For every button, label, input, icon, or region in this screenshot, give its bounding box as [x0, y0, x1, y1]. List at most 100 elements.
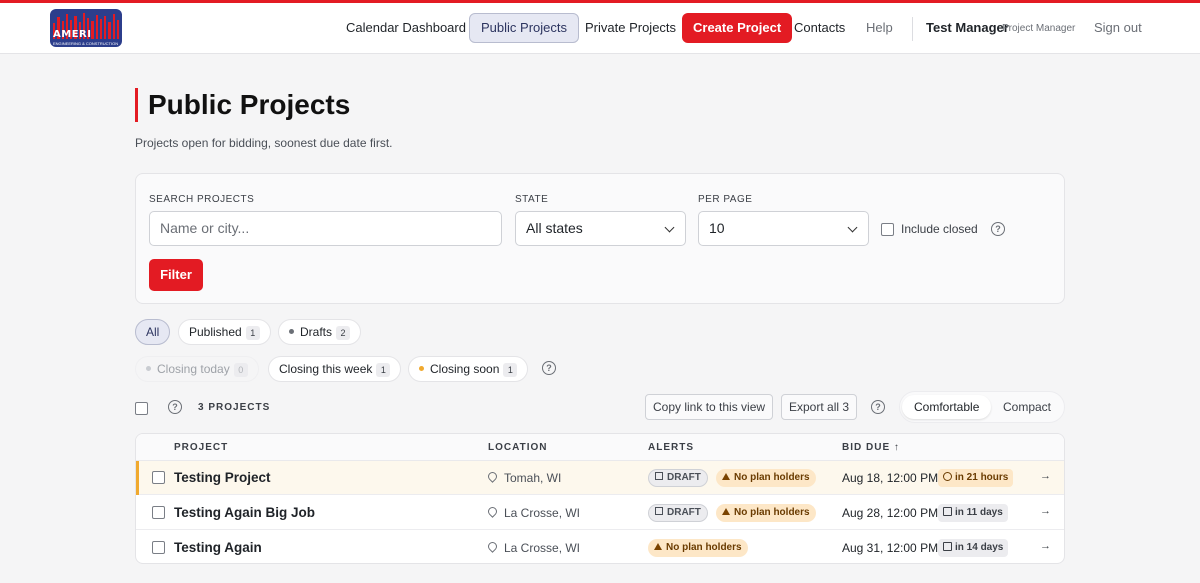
draft-badge: DRAFT — [648, 504, 708, 522]
search-label: SEARCH PROJECTS — [149, 194, 255, 205]
edit-icon — [655, 507, 663, 515]
pill-closing-today[interactable]: Closing today 0 — [135, 356, 259, 382]
draft-badge-text: DRAFT — [667, 472, 701, 483]
warning-icon — [654, 543, 662, 550]
company-logo[interactable]: AMERI ENGINEERING & CONSTRUCTION — [50, 9, 122, 47]
alert-badge: No plan holders — [716, 469, 816, 487]
state-select-value: All states — [526, 220, 583, 236]
pill-closing-this-week[interactable]: Closing this week 1 — [268, 356, 402, 382]
page-title: Public Projects — [148, 89, 351, 120]
project-location: La Crosse, WI — [486, 505, 581, 520]
pill-closing-soon[interactable]: Closing soon 1 — [408, 356, 529, 382]
bid-due-date: Aug 28, 12:00 PM — [842, 506, 939, 520]
column-header-alerts[interactable]: ALERTS — [648, 442, 694, 453]
location-text: La Crosse, WI — [504, 506, 581, 520]
map-pin-icon — [486, 505, 499, 518]
table-row[interactable]: Testing Again La Crosse, WI No plan hold… — [136, 531, 1064, 563]
pill-drafts[interactable]: Drafts 2 — [278, 319, 362, 345]
pill-count: 1 — [245, 326, 260, 340]
alert-badge-text: No plan holders — [734, 507, 810, 518]
due-relative-chip: in 11 days — [938, 504, 1008, 522]
pill-count: 1 — [503, 363, 518, 377]
projects-table: PROJECT LOCATION ALERTS BID DUE ↑ Testin… — [135, 433, 1065, 564]
due-relative-text: in 11 days — [955, 507, 1003, 518]
help-icon[interactable]: ? — [168, 400, 182, 414]
nav-public-projects[interactable]: Public Projects — [469, 13, 579, 43]
title-accent-bar — [135, 88, 138, 122]
user-role: Project Manager — [1002, 23, 1076, 34]
filter-panel: SEARCH PROJECTS Name or city... STATE Al… — [135, 173, 1065, 304]
chevron-down-icon — [664, 222, 675, 233]
density-compact[interactable]: Compact — [991, 395, 1063, 419]
density-toggle: Comfortable Compact — [899, 391, 1065, 423]
bid-due-date: Aug 31, 12:00 PM — [842, 541, 939, 555]
pill-label: Published — [189, 325, 242, 339]
warning-icon — [722, 508, 730, 515]
help-icon[interactable]: ? — [542, 361, 556, 375]
nav-contacts[interactable]: Contacts — [783, 13, 856, 43]
alert-badge-text: No plan holders — [734, 472, 810, 483]
pill-label: Closing today — [157, 362, 230, 376]
project-name[interactable]: Testing Project — [174, 470, 271, 485]
filter-button[interactable]: Filter — [149, 259, 203, 291]
per-page-select[interactable]: 10 — [698, 211, 869, 246]
user-name: Test Manager — [926, 20, 1009, 35]
density-comfortable[interactable]: Comfortable — [902, 395, 992, 419]
nav-calendar-dashboard[interactable]: Calendar Dashboard — [335, 13, 477, 43]
create-project-button[interactable]: Create Project — [682, 13, 793, 43]
sign-out-link[interactable]: Sign out — [1083, 13, 1153, 43]
project-name[interactable]: Testing Again — [174, 540, 262, 555]
state-select[interactable]: All states — [515, 211, 686, 246]
row-arrow-icon[interactable]: → — [1040, 505, 1051, 517]
nav-divider — [912, 17, 913, 41]
nav-help[interactable]: Help — [855, 13, 904, 43]
table-row[interactable]: Testing Again Big Job La Crosse, WI DRAF… — [136, 496, 1064, 530]
pill-count: 0 — [233, 363, 248, 377]
pill-label: Closing soon — [430, 362, 500, 376]
due-relative-chip: in 21 hours — [938, 469, 1014, 487]
select-all-checkbox[interactable] — [135, 402, 148, 415]
calendar-icon — [943, 542, 952, 551]
alert-badge: No plan holders — [648, 539, 748, 557]
export-button[interactable]: Export all 3 — [781, 394, 858, 420]
status-dot-icon — [289, 329, 294, 335]
project-location: La Crosse, WI — [486, 540, 580, 555]
alert-badge-text: No plan holders — [666, 542, 742, 553]
include-closed-checkbox[interactable] — [881, 223, 894, 236]
pill-all[interactable]: All — [135, 319, 171, 345]
include-closed-label[interactable]: Include closed — [901, 222, 978, 236]
pill-label: Drafts — [300, 325, 333, 339]
state-label: STATE — [515, 194, 549, 205]
row-arrow-icon[interactable]: → — [1040, 470, 1051, 482]
row-checkbox[interactable] — [152, 471, 165, 484]
row-checkbox[interactable] — [152, 541, 165, 554]
column-header-bid-due[interactable]: BID DUE ↑ — [842, 442, 900, 453]
per-page-value: 10 — [709, 220, 725, 236]
pill-label: All — [146, 325, 160, 339]
clock-icon — [943, 472, 952, 481]
column-header-location[interactable]: LOCATION — [488, 442, 547, 453]
help-icon[interactable]: ? — [871, 400, 885, 414]
row-arrow-icon[interactable]: → — [1040, 540, 1051, 552]
nav-private-projects[interactable]: Private Projects — [574, 13, 687, 43]
map-pin-icon — [486, 540, 499, 553]
status-dot-icon — [146, 366, 151, 372]
pill-published[interactable]: Published 1 — [178, 319, 271, 345]
project-location: Tomah, WI — [486, 470, 561, 485]
warning-icon — [722, 473, 730, 480]
help-icon[interactable]: ? — [991, 222, 1005, 236]
table-row[interactable]: Testing Project Tomah, WI DRAFT No plan … — [136, 461, 1064, 495]
pill-count: 1 — [376, 363, 391, 377]
logo-subtext: ENGINEERING & CONSTRUCTION — [53, 41, 119, 46]
copy-link-button[interactable]: Copy link to this view — [645, 394, 774, 420]
due-relative-chip: in 14 days — [938, 539, 1009, 557]
logo-text: AMERI — [53, 29, 92, 40]
chevron-down-icon — [847, 222, 858, 233]
pill-count: 2 — [336, 326, 351, 340]
search-input[interactable]: Name or city... — [149, 211, 502, 246]
pill-label: Closing this week — [279, 362, 373, 376]
column-header-project[interactable]: PROJECT — [174, 442, 228, 453]
row-checkbox[interactable] — [152, 506, 165, 519]
status-dot-icon — [419, 366, 424, 372]
project-name[interactable]: Testing Again Big Job — [174, 505, 315, 520]
